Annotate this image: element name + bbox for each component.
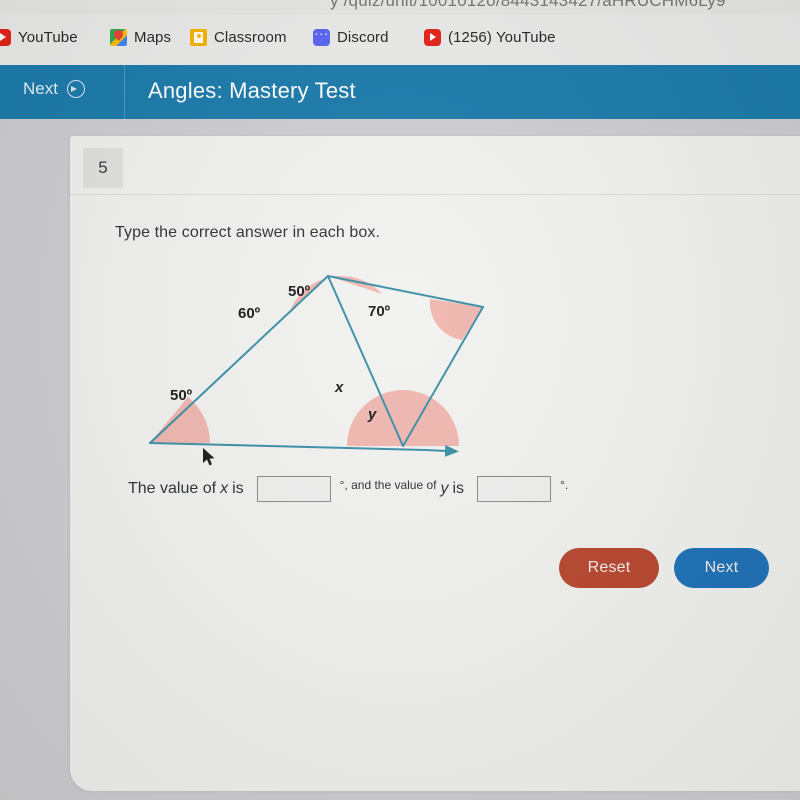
google-classroom-icon [190, 29, 207, 46]
bookmark-label: Maps [134, 29, 172, 46]
header-next-button[interactable]: Next [23, 79, 85, 99]
bookmarks-bar: YouTube Maps Classroom Discord (1256) Yo… [0, 15, 800, 66]
page-title: Angles: Mastery Test [148, 78, 356, 103]
header-next-label: Next [23, 79, 58, 98]
angles-diagram: 50º 60º 70º 50º x y [125, 261, 485, 476]
answer-sentence: The value of x is °, and the value of y … [128, 476, 572, 502]
answer-var-y: y [440, 480, 449, 497]
angle-label-50-top: 50º [288, 283, 311, 300]
angle-label-60: 60º [238, 305, 261, 322]
segment-left [149, 275, 329, 444]
question-number-badge: 5 [83, 148, 123, 188]
youtube-icon [424, 29, 441, 46]
bookmark-label: Discord [337, 29, 389, 46]
app-header-bar: Next Angles: Mastery Test [0, 65, 800, 119]
bookmark-discord[interactable]: Discord [313, 26, 389, 46]
angle-label-70: 70º [368, 303, 391, 320]
reset-button[interactable]: Reset [559, 548, 659, 588]
segment-top [327, 275, 484, 308]
question-card: 5 Type the correct answer in each box. 5… [70, 136, 800, 791]
header-divider [124, 65, 125, 119]
angle-label-50-left: 50º [170, 387, 193, 404]
angle-arc-bottom-middle [347, 390, 459, 446]
question-prompt: Type the correct answer in each box. [115, 224, 381, 241]
bookmark-label: Classroom [214, 29, 287, 46]
bookmark-classroom[interactable]: Classroom [190, 29, 287, 46]
reset-button-label: Reset [587, 559, 631, 576]
answer-mid-1: is [232, 480, 244, 497]
angle-label-x: x [335, 379, 344, 396]
y-answer-input[interactable] [477, 476, 552, 502]
next-button-label: Next [704, 559, 739, 576]
bookmark-label: YouTube [18, 29, 78, 46]
bookmark-youtube-notifications[interactable]: (1256) YouTube [424, 29, 556, 46]
x-answer-input[interactable] [256, 476, 331, 502]
card-divider [70, 194, 800, 195]
bookmark-maps[interactable]: Maps [110, 29, 171, 46]
segment-base-ray [424, 444, 459, 457]
answer-prefix: The value of [128, 480, 217, 497]
screenshot-root: y /quiz/unit/1001012o/8443143427/aHRUCHM… [0, 0, 800, 800]
answer-mid-2: is [452, 480, 465, 497]
discord-icon [313, 26, 330, 46]
next-button[interactable]: Next [674, 548, 769, 588]
bookmark-label: (1256) YouTube [448, 29, 556, 46]
bookmark-youtube[interactable]: YouTube [0, 29, 78, 46]
url-text: y /quiz/unit/1001012o/8443143427/aHRUCHM… [330, 0, 726, 10]
angle-label-y: y [368, 406, 377, 423]
youtube-icon [0, 29, 11, 46]
answer-degree-2: °. [560, 478, 569, 492]
question-number: 5 [98, 158, 108, 177]
browser-url-bar[interactable]: y /quiz/unit/1001012o/8443143427/aHRUCHM… [0, 0, 800, 15]
google-maps-icon [110, 29, 127, 46]
circle-arrow-right-icon [66, 80, 85, 98]
answer-var-x: x [220, 480, 229, 497]
answer-degree-1: °, and the value of [339, 478, 437, 492]
